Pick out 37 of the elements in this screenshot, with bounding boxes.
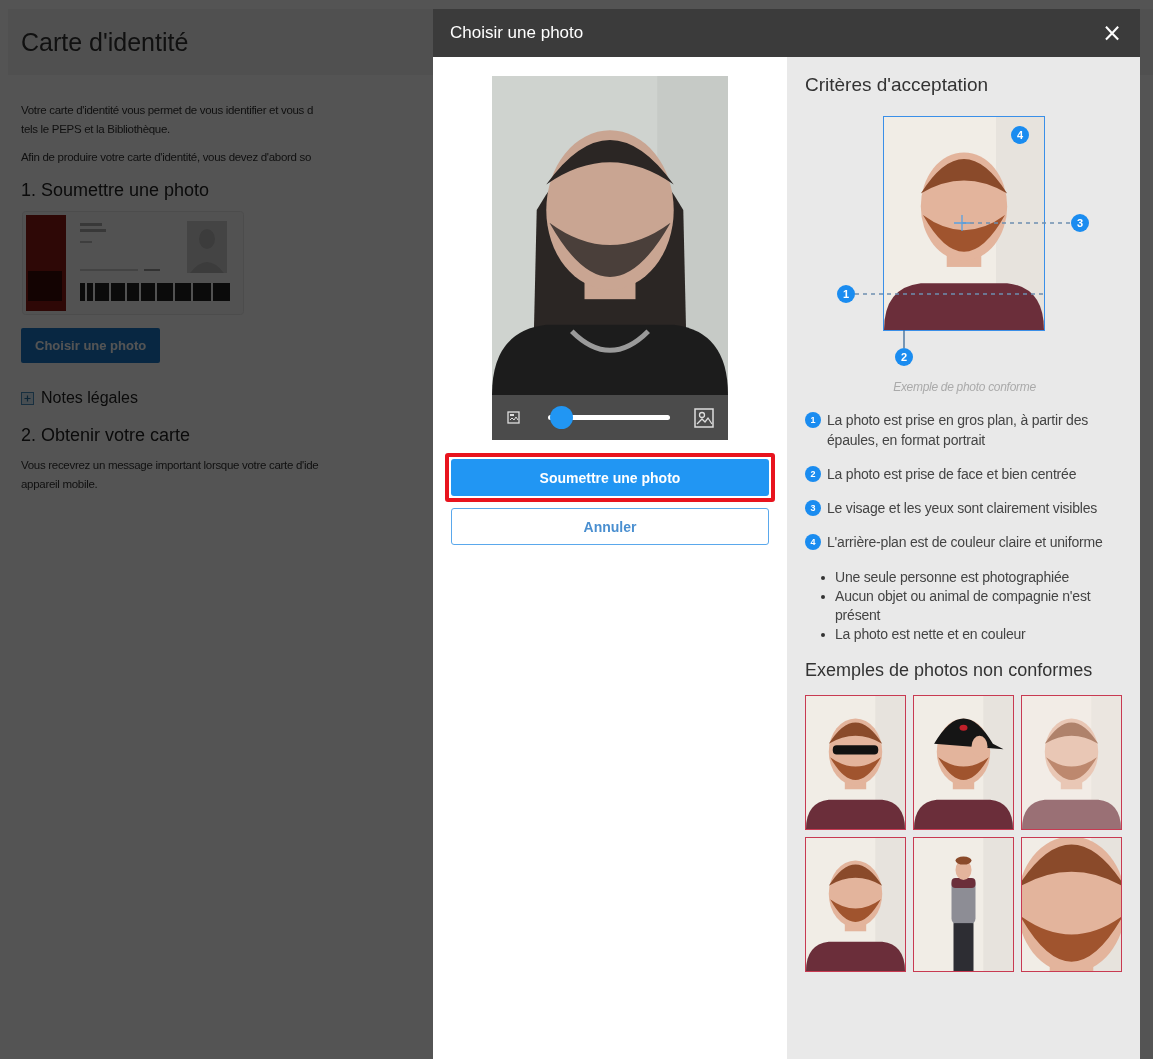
paragraph-line: appareil mobile. bbox=[21, 477, 99, 492]
page-title: Carte d'identité bbox=[21, 27, 189, 57]
close-button[interactable]: × bbox=[1097, 21, 1126, 45]
number-badge: 3 bbox=[805, 500, 821, 516]
choose-photo-button[interactable]: Choisir une photo bbox=[21, 328, 161, 363]
step-marker: 1 bbox=[837, 285, 855, 303]
slider-thumb[interactable] bbox=[550, 406, 574, 429]
step-marker: 2 bbox=[895, 348, 913, 366]
paragraph-line: tels le PEPS et la Bibliothèque. bbox=[21, 122, 171, 137]
large-image-icon bbox=[694, 407, 714, 428]
dialog-title: Choisir une photo bbox=[450, 23, 584, 43]
image-caption: Exemple de photo conforme bbox=[892, 380, 1037, 394]
bullet-icon bbox=[821, 633, 825, 637]
bullet-text: La photo est nette et en couleur bbox=[835, 625, 1026, 644]
step-marker: 3 bbox=[1071, 214, 1089, 232]
bullet-text: Aucun objet ou animal de compagnie n'est présent bbox=[835, 587, 1091, 625]
number-badge: 1 bbox=[805, 412, 821, 428]
criterion-text: Le visage et les yeux sont clairement visibles bbox=[827, 499, 1098, 518]
section-heading: Critères d'acceptation bbox=[805, 74, 990, 96]
section-heading: 1. Soumettre une photo bbox=[21, 180, 210, 201]
paragraph-line: Vous recevrez un message important lorsque votre carte d'ide bbox=[21, 458, 319, 473]
paragraph-line: Afin de produire votre carte d'identité, vous devez d'abord so bbox=[21, 150, 312, 165]
bullet-text: Une seule personne est photographiée bbox=[835, 568, 1070, 587]
cancel-button[interactable]: Annuler bbox=[451, 508, 769, 545]
paragraph-line: Votre carte d'identité vous permet de vous identifier et vous d bbox=[21, 103, 314, 118]
expander-link[interactable]: Notes légales bbox=[41, 389, 138, 407]
bullet-icon bbox=[821, 595, 825, 599]
criterion-text: La photo est prise de face et bien centrée bbox=[827, 465, 1077, 484]
small-image-icon bbox=[507, 411, 520, 424]
number-badge: 4 bbox=[805, 534, 821, 550]
bullet-icon bbox=[821, 576, 825, 580]
criterion-text: L'arrière-plan est de couleur claire et uniforme bbox=[827, 533, 1103, 552]
section-heading: Exemples de photos non conformes bbox=[805, 660, 1094, 681]
number-badge: 2 bbox=[805, 466, 821, 482]
section-heading: 2. Obtenir votre carte bbox=[21, 425, 191, 446]
criterion-text: La photo est prise en gros plan, à partir des épaules, en format portrait bbox=[827, 411, 1090, 450]
submit-button[interactable]: Soumettre une photo bbox=[451, 459, 769, 496]
